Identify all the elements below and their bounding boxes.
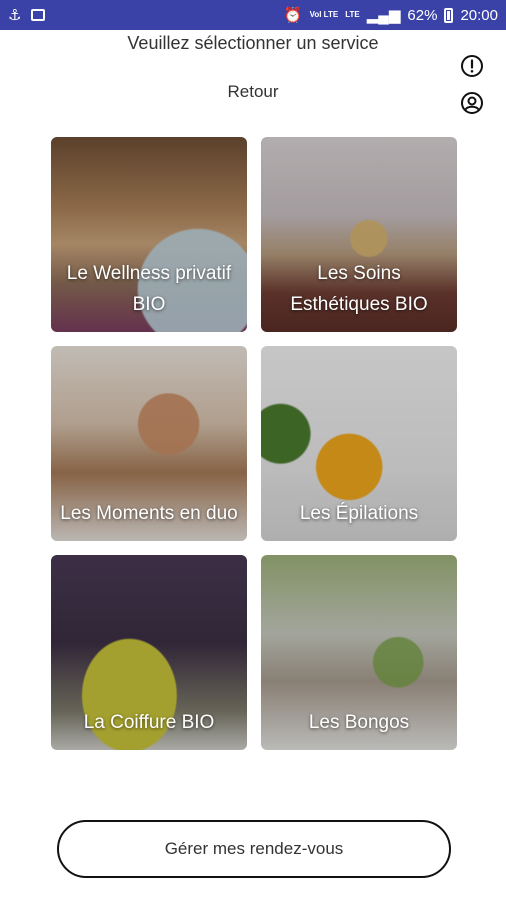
info-button[interactable]	[460, 54, 484, 78]
service-label: Le Wellness privatif BIO	[66, 263, 232, 315]
service-tile-moments[interactable]: Les Moments en duo	[51, 346, 247, 541]
service-tile-wellness[interactable]: Le Wellness privatif BIO	[51, 137, 247, 332]
lte-indicator: LTE	[345, 10, 360, 19]
alarm-icon: ⏰	[283, 7, 303, 24]
service-grid: Le Wellness privatif BIO Les Soins Esthé…	[51, 137, 457, 750]
message-notification-icon	[31, 9, 46, 21]
battery-icon	[444, 7, 454, 23]
status-bar: ⚓ ⏰ Vol LTE LTE ▂▄▆ 62% 20:00	[0, 0, 506, 30]
service-tile-soins[interactable]: Les Soins Esthétiques BIO	[261, 137, 457, 332]
service-label: La Coiffure BIO	[83, 712, 215, 733]
signal-icon: ▂▄▆	[366, 7, 401, 24]
anchor-notification-icon: ⚓	[8, 7, 22, 24]
service-label: Les Soins Esthétiques BIO	[290, 263, 428, 315]
info-circle-icon	[461, 55, 483, 77]
status-indicators: ⏰ Vol LTE LTE ▂▄▆ 62% 20:00	[283, 6, 498, 25]
volte-indicator: Vol LTE	[309, 10, 339, 19]
page-title: Veuillez sélectionner un service	[127, 33, 379, 53]
service-label: Les Moments en duo	[60, 503, 238, 524]
back-link[interactable]: Retour	[0, 82, 506, 102]
manage-appointments-button[interactable]: Gérer mes rendez-vous	[57, 820, 451, 878]
service-label: Les Bongos	[308, 712, 410, 733]
battery-percent: 62%	[407, 6, 438, 24]
account-button[interactable]	[460, 91, 484, 115]
clock: 20:00	[460, 6, 498, 24]
service-tile-coiffure[interactable]: La Coiffure BIO	[51, 555, 247, 750]
service-sheet: Veuillez sélectionner un service Retour …	[0, 30, 506, 900]
status-notifications: ⚓	[8, 6, 46, 24]
user-circle-icon	[461, 92, 483, 114]
service-tile-epilations[interactable]: Les Épilations	[261, 346, 457, 541]
service-label: Les Épilations	[299, 503, 419, 524]
service-tile-bongos[interactable]: Les Bongos	[261, 555, 457, 750]
